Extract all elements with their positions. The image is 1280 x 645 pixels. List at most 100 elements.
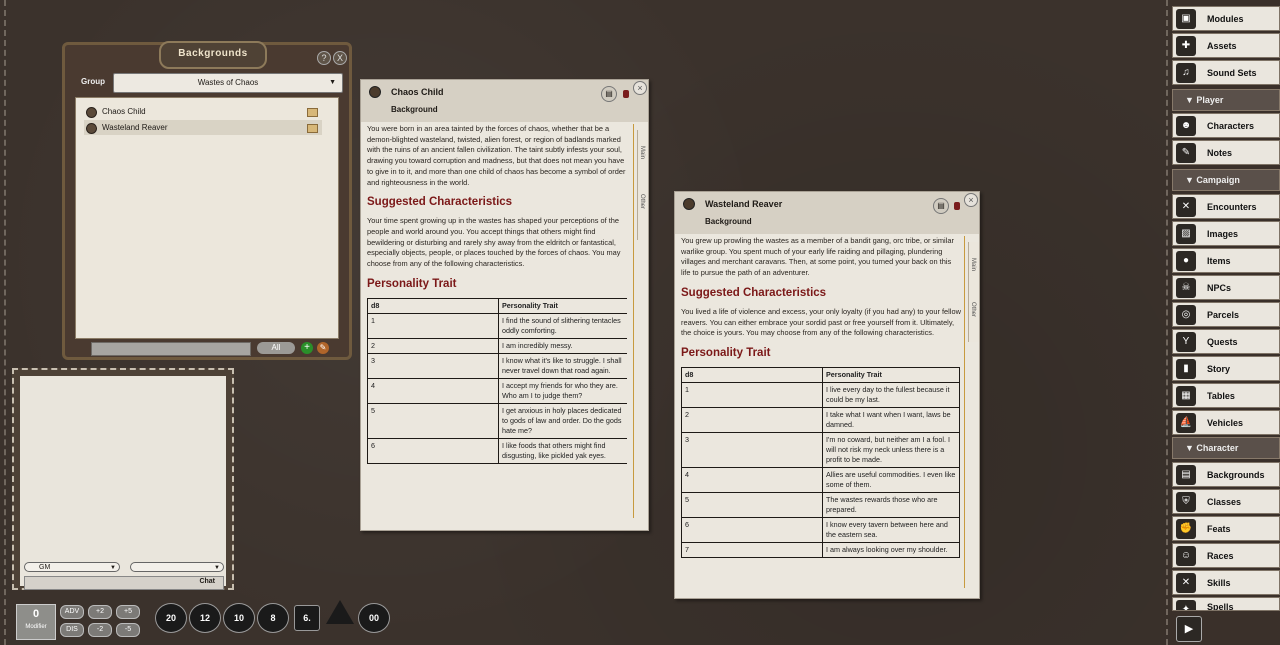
goblet-icon: Y <box>1176 332 1196 352</box>
tab-main[interactable]: Main <box>639 146 645 159</box>
sidebar-item-story[interactable]: ▮ Story <box>1172 356 1280 381</box>
fist-icon: ✊ <box>1176 519 1196 539</box>
minus2-button[interactable]: -2 <box>88 623 112 637</box>
lock-icon[interactable] <box>954 202 960 210</box>
sidebar-category-campaign[interactable]: ▼ Campaign <box>1172 169 1280 191</box>
sheet-header: Wasteland Reaver Background ▤ × <box>675 192 979 234</box>
table-row: 5I get anxious in holy places dedicated … <box>367 403 627 439</box>
table-cell: I know what it's like to struggle. I sha… <box>498 353 627 379</box>
plus2-button[interactable]: +2 <box>88 605 112 619</box>
d12-die[interactable]: 12 <box>189 603 221 633</box>
sidebar-item-npcs[interactable]: ☠ NPCs <box>1172 275 1280 300</box>
table-cell: 6 <box>681 517 823 543</box>
intro-text: You were born in an area tainted by the … <box>367 124 626 187</box>
sidebar-item-classes[interactable]: ⛨ Classes <box>1172 489 1280 514</box>
d100-die[interactable]: 00 <box>358 603 390 633</box>
scrollbar[interactable] <box>964 236 965 588</box>
chat-identity-value: GM <box>39 564 51 571</box>
sidebar-item-label: Spells <box>1207 602 1234 611</box>
sheet-type: Background <box>391 105 438 114</box>
left-stitching <box>4 0 6 645</box>
personality-table: d8 Personality Trait 1I live every day t… <box>681 366 960 558</box>
table-cell: 2 <box>681 407 823 433</box>
add-button[interactable]: + <box>301 342 313 354</box>
sidebar-category-player[interactable]: ▼ Player <box>1172 89 1280 111</box>
book-icon: ▮ <box>1176 359 1196 379</box>
sidebar-item-label: Tables <box>1207 391 1235 401</box>
sidebar-item-modules[interactable]: ▣ Modules <box>1172 6 1280 31</box>
share-icon[interactable]: ▤ <box>601 86 617 102</box>
close-button[interactable]: × <box>633 81 647 95</box>
lock-icon[interactable] <box>623 90 629 98</box>
sidebar-item-label: Modules <box>1207 14 1244 24</box>
share-icon[interactable]: ▤ <box>933 198 949 214</box>
sheet-tabs: Main Other <box>968 242 979 342</box>
tab-main[interactable]: Main <box>970 258 976 271</box>
list-item[interactable]: Chaos Child <box>84 104 322 119</box>
d4-die[interactable] <box>326 600 354 624</box>
table-cell: 5 <box>367 403 499 439</box>
chat-target-dropdown[interactable]: ▼ <box>130 562 224 572</box>
sidebar-item-races[interactable]: ☺ Races <box>1172 543 1280 568</box>
sidebar-item-label: Vehicles <box>1207 418 1244 428</box>
sidebar-item-label: Encounters <box>1207 202 1257 212</box>
chat-input[interactable]: Chat <box>24 576 224 590</box>
sidebar-item-label: Story <box>1207 364 1231 374</box>
modifier-box[interactable]: 0 Modifier <box>16 604 56 640</box>
sidebar-item-items[interactable]: ● Items <box>1172 248 1280 273</box>
filter-input[interactable] <box>91 342 251 356</box>
plus5-button[interactable]: +5 <box>116 605 140 619</box>
tab-other[interactable]: Other <box>970 302 976 317</box>
close-button[interactable]: X <box>333 51 347 65</box>
sidebar-item-notes[interactable]: ✎ Notes <box>1172 140 1280 165</box>
adv-button[interactable]: ADV <box>60 605 84 619</box>
table-row: 2I take what I want when I want, laws be… <box>681 407 960 433</box>
sheet-body: You were born in an area tainted by the … <box>367 124 627 522</box>
d10-die[interactable]: 10 <box>223 603 255 633</box>
edit-button[interactable]: ✎ <box>317 342 329 354</box>
sidebar-item-parcels[interactable]: ◎ Parcels <box>1172 302 1280 327</box>
book-icon <box>307 124 318 133</box>
table-cell: 3 <box>367 353 499 379</box>
section-heading: Personality Trait <box>367 277 457 290</box>
sidebar-item-images[interactable]: ▨ Images <box>1172 221 1280 246</box>
d6-die[interactable]: 6. <box>294 605 320 631</box>
help-button[interactable]: ? <box>317 51 331 65</box>
sidebar-item-skills[interactable]: ✕ Skills <box>1172 570 1280 595</box>
table-row: 5 The wastes rewards those who are prepar… <box>681 492 960 518</box>
sidebar-item-feats[interactable]: ✊ Feats <box>1172 516 1280 541</box>
sidebar-item-assets[interactable]: ✚ Assets <box>1172 33 1280 58</box>
table-cell: I am always looking over my shoulder. <box>822 542 960 558</box>
close-button[interactable]: × <box>964 193 978 207</box>
sidebar-item-encounters[interactable]: ✕ Encounters <box>1172 194 1280 219</box>
d20-die[interactable]: 20 <box>155 603 187 633</box>
group-label: Group <box>81 77 105 86</box>
window-title: Backgrounds <box>159 41 267 69</box>
table-row: 2I am incredibly messy. <box>367 338 627 354</box>
sheet-name[interactable]: Wasteland Reaver <box>705 199 782 209</box>
sidebar-item-quests[interactable]: Y Quests <box>1172 329 1280 354</box>
play-icon[interactable]: ▶ <box>1176 616 1202 642</box>
sidebar-category-character[interactable]: ▼ Character <box>1172 437 1280 459</box>
sidebar-item-vehicles[interactable]: ⛵ Vehicles <box>1172 410 1280 435</box>
sheet-name[interactable]: Chaos Child <box>391 87 444 97</box>
sidebar-item-label: NPCs <box>1207 283 1232 293</box>
tab-other[interactable]: Other <box>639 194 645 209</box>
chat-identity-dropdown[interactable]: GM ▼ <box>24 562 120 572</box>
sidebar-item-sound-sets[interactable]: ♫ Sound Sets <box>1172 60 1280 85</box>
group-dropdown[interactable]: Wastes of Chaos ▼ <box>113 73 343 93</box>
sidebar-item-label: Races <box>1207 551 1234 561</box>
sidebar-item-spells[interactable]: ✦ Spells <box>1172 597 1280 611</box>
scrollbar[interactable] <box>633 124 634 518</box>
d8-die[interactable]: 8 <box>257 603 289 633</box>
sidebar-item-backgrounds[interactable]: ▤ Backgrounds <box>1172 462 1280 487</box>
list-item[interactable]: Wasteland Reaver <box>84 120 322 135</box>
filter-all-button[interactable]: All <box>257 342 295 354</box>
chevron-down-icon: ▼ <box>214 565 220 571</box>
sidebar-item-characters[interactable]: ☻ Characters <box>1172 113 1280 138</box>
sidebar-item-tables[interactable]: ▦ Tables <box>1172 383 1280 408</box>
dis-button[interactable]: DIS <box>60 623 84 637</box>
table-cell: Allies are useful commodities. I even li… <box>822 467 960 493</box>
minus5-button[interactable]: -5 <box>116 623 140 637</box>
table-cell: 4 <box>681 467 823 493</box>
